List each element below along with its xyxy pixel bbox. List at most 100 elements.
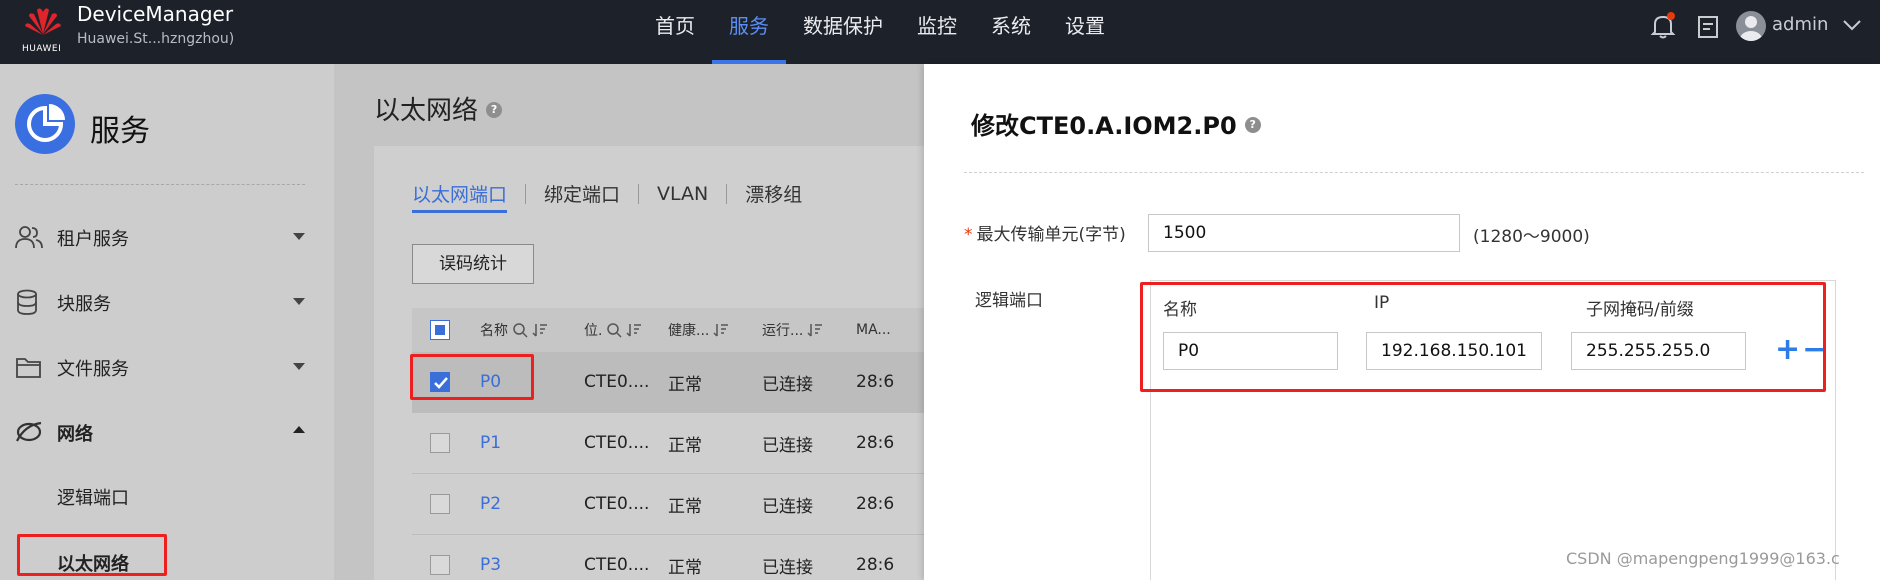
select-all-checkbox[interactable] (430, 320, 450, 340)
table-row[interactable]: P2 CTE0.... 正常 已连接 28:6 (412, 474, 952, 535)
port-name-link[interactable]: P3 (480, 535, 501, 580)
port-mac: 28:6 (856, 494, 895, 514)
watermark: CSDN @mapengpeng1999@163.c (1566, 549, 1840, 568)
row-checkbox[interactable] (430, 494, 450, 514)
port-health: 正常 (668, 496, 702, 517)
port-running-status: 已连接 (762, 435, 813, 456)
bell-icon[interactable] (1650, 12, 1676, 40)
highlight-box (17, 534, 167, 576)
port-health: 正常 (668, 557, 702, 578)
port-location: CTE0.... (584, 433, 650, 453)
sidebar-item-file-services[interactable]: 文件服务 (15, 347, 305, 387)
tab-failover-group[interactable]: 漂移组 (745, 180, 802, 213)
page-title: 以太网络? (374, 90, 503, 127)
column-header-label: 名称 (480, 323, 508, 339)
row-checkbox[interactable] (430, 555, 450, 575)
avatar[interactable] (1736, 11, 1766, 41)
nav-services[interactable]: 服务 (712, 0, 786, 64)
sort-icon[interactable] (532, 322, 548, 338)
nav-settings[interactable]: 设置 (1048, 0, 1122, 64)
mtu-label-text: 最大传输单元(字节) (976, 225, 1126, 245)
row-select-cell (430, 535, 450, 580)
huawei-logo[interactable]: HUAWEI (18, 4, 68, 58)
port-mac: 28:6 (856, 555, 895, 575)
sidebar-sub-logical-ports[interactable]: 逻辑端口 (57, 484, 129, 510)
mtu-label: * 最大传输单元(字节) (964, 220, 1126, 245)
nav-data-protection[interactable]: 数据保护 (786, 0, 900, 64)
tab-separator (525, 183, 527, 204)
logo-text: HUAWEI (22, 44, 62, 54)
port-running-status: 已连接 (762, 496, 813, 517)
ports-table: 名称 位. 健康... 运行... MA... P0 CTE0.... 正常 已… (412, 308, 952, 580)
column-header-mac[interactable]: MA... (856, 308, 891, 352)
top-bar: HUAWEI DeviceManager Huawei.St...hzngzho… (0, 0, 1880, 64)
services-pie-icon (15, 94, 75, 154)
document-icon[interactable] (1696, 15, 1720, 39)
sidebar-item-block-services[interactable]: 块服务 (15, 282, 305, 322)
main-content: 以太网络? 以太网端口 绑定端口 VLAN 漂移组 误码统计 名称 位. 健康.… (334, 64, 952, 580)
sidebar-divider (15, 184, 305, 185)
port-mac: 28:6 (856, 433, 895, 453)
tab-bond-ports[interactable]: 绑定端口 (544, 180, 620, 213)
required-mark: * (964, 225, 973, 245)
row-checkbox[interactable] (430, 433, 450, 453)
sidebar-item-label: 块服务 (57, 294, 111, 315)
search-icon[interactable] (512, 322, 528, 338)
sidebar-title: 服务 (90, 114, 150, 149)
sidebar-item-network[interactable]: 网络 (15, 412, 305, 452)
column-header-label: 运行... (762, 323, 804, 339)
column-header-label: 位. (584, 323, 603, 339)
column-header-health[interactable]: 健康... (668, 308, 729, 352)
port-running-status: 已连接 (762, 557, 813, 578)
port-name-link[interactable]: P2 (480, 474, 501, 534)
mtu-range-hint: (1280～9000) (1473, 227, 1590, 247)
logical-port-label: 逻辑端口 (975, 291, 1043, 311)
username[interactable]: admin (1772, 14, 1828, 35)
port-health: 正常 (668, 374, 702, 395)
chevron-down-icon[interactable] (1842, 15, 1862, 35)
help-icon[interactable]: ? (1244, 117, 1261, 133)
drawer-title-text: 修改CTE0.A.IOM2.P0 (971, 112, 1237, 140)
port-mac: 28:6 (856, 372, 895, 392)
database-icon (15, 289, 43, 315)
caret-down-icon (293, 298, 305, 305)
tab-separator (638, 183, 640, 204)
tab-vlan[interactable]: VLAN (657, 183, 708, 211)
caret-down-icon (293, 233, 305, 240)
table-row[interactable]: P3 CTE0.... 正常 已连接 28:6 (412, 535, 952, 580)
column-header-name[interactable]: 名称 (480, 308, 548, 352)
column-header-running[interactable]: 运行... (762, 308, 823, 352)
nav-home[interactable]: 首页 (638, 0, 712, 64)
table-row[interactable]: P1 CTE0.... 正常 已连接 28:6 (412, 413, 952, 474)
port-location: CTE0.... (584, 494, 650, 514)
sidebar-item-label: 网络 (57, 424, 93, 445)
nav-system[interactable]: 系统 (974, 0, 1048, 64)
highlight-box (410, 354, 534, 400)
port-health: 正常 (668, 435, 702, 456)
port-location: CTE0.... (584, 555, 650, 575)
tab-separator (726, 183, 728, 204)
mtu-input[interactable]: 1500 (1148, 214, 1460, 252)
sort-icon[interactable] (807, 322, 823, 338)
search-icon[interactable] (606, 322, 622, 338)
huawei-flower-icon (25, 8, 61, 35)
select-all-cell (430, 308, 450, 352)
column-header-label: MA... (856, 322, 891, 338)
sort-icon[interactable] (626, 322, 642, 338)
folder-icon (15, 354, 43, 380)
table-header: 名称 位. 健康... 运行... MA... (412, 308, 952, 352)
sidebar-item-tenant-services[interactable]: 租户服务 (15, 217, 305, 257)
tab-ethernet-ports[interactable]: 以太网端口 (412, 180, 508, 213)
app-title: DeviceManager (77, 2, 234, 26)
nav-monitor[interactable]: 监控 (900, 0, 974, 64)
column-header-label: 健康... (668, 323, 710, 339)
help-icon[interactable]: ? (486, 101, 503, 118)
row-select-cell (430, 474, 450, 534)
port-name-link[interactable]: P1 (480, 413, 501, 473)
modify-port-drawer: 修改CTE0.A.IOM2.P0? * 最大传输单元(字节) 1500 (1280… (924, 64, 1880, 580)
sidebar: 服务 租户服务 块服务 文件服务 网络 逻辑端口 以太网络 (0, 64, 334, 580)
column-header-location[interactable]: 位. (584, 308, 642, 352)
error-stats-button[interactable]: 误码统计 (412, 244, 534, 284)
sort-icon[interactable] (713, 322, 729, 338)
main-nav: 首页 服务 数据保护 监控 系统 设置 (638, 0, 1122, 64)
